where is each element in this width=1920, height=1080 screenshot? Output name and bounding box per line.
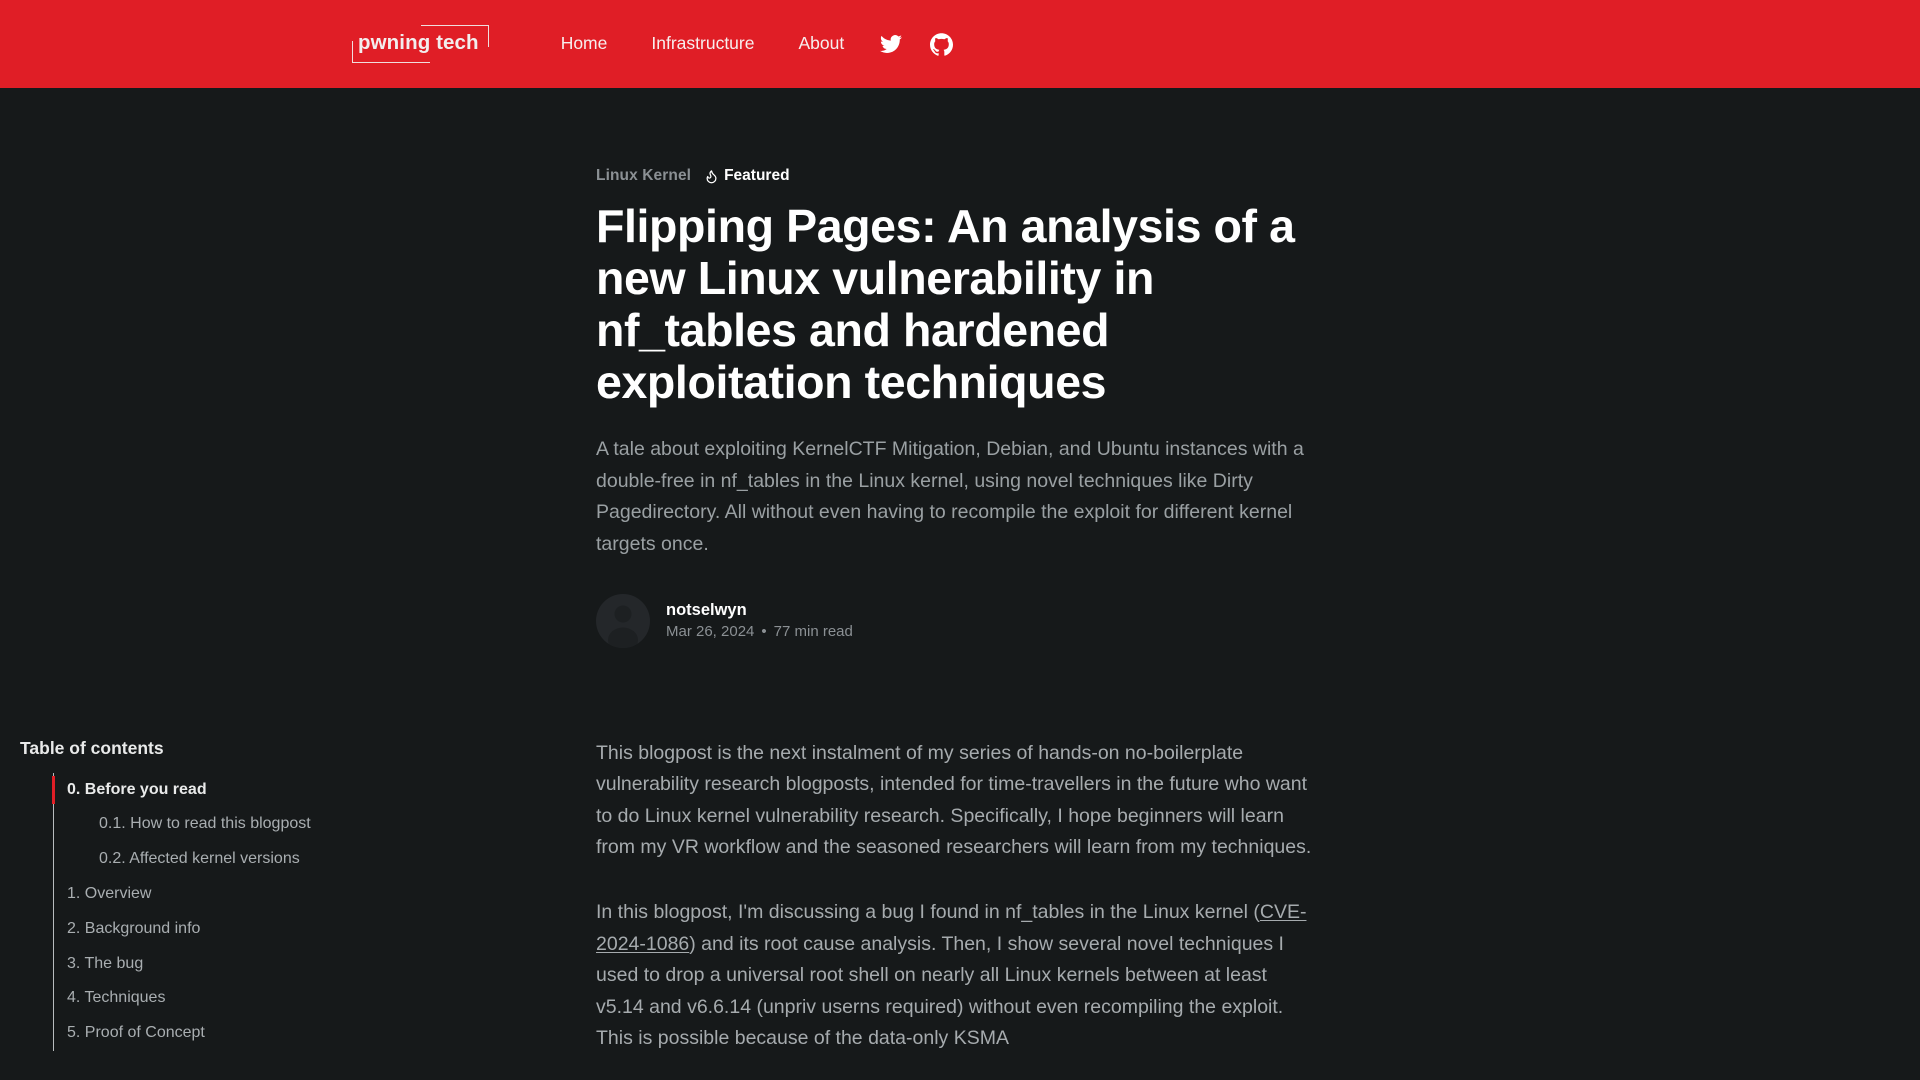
toc-link-2[interactable]: 0.2. Affected kernel versions: [99, 849, 300, 870]
body-paragraph-1: This blogpost is the next instalment of …: [596, 741, 1312, 859]
toc-link-1[interactable]: 0.1. How to read this blogpost: [99, 814, 311, 835]
toc-item-2[interactable]: 0.2. Affected kernel versions: [54, 842, 350, 877]
read-time: 77 min read: [773, 622, 853, 640]
nav-link-infrastructure[interactable]: Infrastructure: [639, 29, 766, 59]
nav-link-home[interactable]: Home: [549, 29, 620, 59]
twitter-icon[interactable]: [874, 27, 908, 61]
content-area: Table of contents 0. Before you read 0.1…: [0, 738, 1920, 1055]
paragraph-2-text-end: ) and its root cause analysis. Then, I s…: [596, 932, 1284, 1050]
body-paragraph-2: In this blogpost, I'm discussing a bug I…: [596, 897, 1316, 1055]
avatar-placeholder-icon: [608, 605, 638, 648]
publish-date: Mar 26, 2024: [666, 622, 755, 640]
toc-item-3[interactable]: 1. Overview: [54, 877, 350, 912]
featured-label: Featured: [724, 167, 790, 184]
toc-list: 0. Before you read 0.1. How to read this…: [51, 772, 350, 1051]
category-tag[interactable]: Linux Kernel: [596, 167, 691, 185]
site-logo[interactable]: pwning tech: [352, 25, 489, 63]
flame-icon: [706, 169, 717, 183]
toc-title: Table of contents: [20, 737, 164, 758]
toc-item-7[interactable]: 5. Proof of Concept: [54, 1016, 350, 1051]
main-navigation: Home Infrastructure About: [539, 27, 967, 61]
toc-item-4[interactable]: 2. Background info: [54, 912, 350, 947]
toc-link-5[interactable]: 3. The bug: [67, 954, 143, 975]
author-name[interactable]: notselwyn: [666, 601, 853, 619]
github-icon[interactable]: [924, 27, 958, 61]
byline: notselwyn Mar 26, 2024 • 77 min read: [596, 593, 1316, 648]
nav-link-about[interactable]: About: [786, 29, 856, 59]
toc-item-6[interactable]: 4. Techniques: [54, 981, 350, 1016]
toc-item-5[interactable]: 3. The bug: [54, 947, 350, 982]
toc-link-7[interactable]: 5. Proof of Concept: [67, 1023, 205, 1044]
toc-link-0[interactable]: 0. Before you read: [67, 780, 207, 801]
article-header: Linux Kernel Featured Flipping Pages: An…: [596, 88, 1316, 648]
toc-item-1[interactable]: 0.1. How to read this blogpost: [54, 807, 350, 842]
post-body: This blogpost is the next instalment of …: [596, 738, 1316, 1055]
separator-dot: •: [761, 622, 767, 640]
page-content: Linux Kernel Featured Flipping Pages: An…: [0, 88, 1920, 1055]
header-inner: pwning tech Home Infrastructure About: [0, 25, 967, 63]
toc-link-3[interactable]: 1. Overview: [67, 884, 151, 905]
paragraph-2-text-start: In this blogpost, I'm discussing a bug I…: [596, 900, 1260, 923]
article-excerpt: A tale about exploiting KernelCTF Mitiga…: [596, 438, 1304, 556]
page-title: Flipping Pages: An analysis of a new Lin…: [596, 200, 1295, 409]
toc-item-0[interactable]: 0. Before you read: [51, 773, 350, 808]
toc-link-6[interactable]: 4. Techniques: [67, 988, 165, 1009]
table-of-contents: Table of contents 0. Before you read 0.1…: [20, 738, 350, 1051]
featured-badge: Featured: [704, 167, 790, 185]
byline-text: notselwyn Mar 26, 2024 • 77 min read: [666, 601, 853, 641]
avatar[interactable]: [596, 593, 650, 648]
toc-link-4[interactable]: 2. Background info: [67, 919, 200, 940]
logo-text: pwning tech: [358, 31, 479, 55]
site-header: pwning tech Home Infrastructure About: [0, 0, 1920, 88]
article-meta-row: Linux Kernel Featured: [596, 166, 1316, 186]
post-subline: Mar 26, 2024 • 77 min read: [666, 622, 853, 641]
